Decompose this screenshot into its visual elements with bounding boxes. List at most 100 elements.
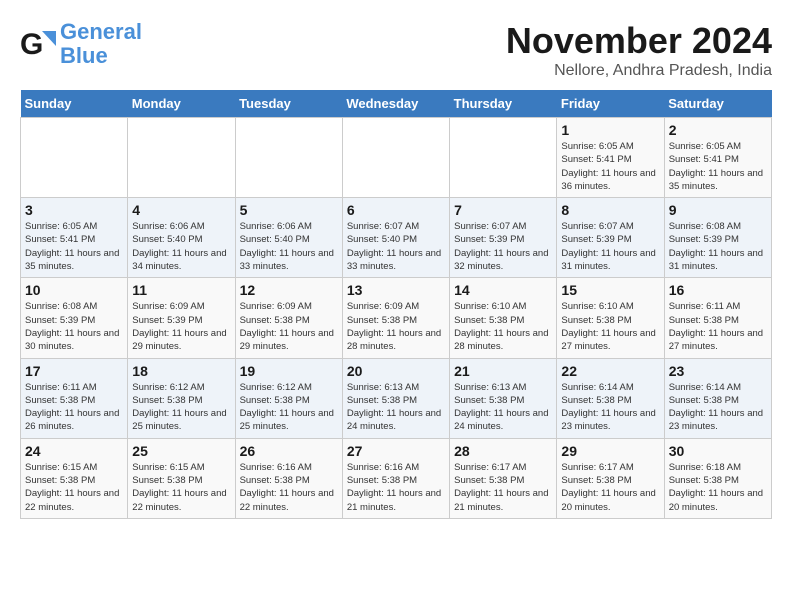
day-info: Sunrise: 6:07 AM Sunset: 5:39 PM Dayligh…	[454, 220, 552, 273]
calendar-cell: 1 Sunrise: 6:05 AM Sunset: 5:41 PM Daylig…	[557, 118, 664, 198]
calendar-cell: 16 Sunrise: 6:11 AM Sunset: 5:38 PM Dayli…	[664, 278, 771, 358]
calendar-cell: 5 Sunrise: 6:06 AM Sunset: 5:40 PM Daylig…	[235, 198, 342, 278]
day-info: Sunrise: 6:11 AM Sunset: 5:38 PM Dayligh…	[25, 381, 123, 434]
calendar-cell: 6 Sunrise: 6:07 AM Sunset: 5:40 PM Daylig…	[342, 198, 449, 278]
day-number: 3	[25, 202, 123, 218]
day-number: 24	[25, 443, 123, 459]
calendar-cell: 29 Sunrise: 6:17 AM Sunset: 5:38 PM Dayli…	[557, 438, 664, 518]
day-number: 9	[669, 202, 767, 218]
day-info: Sunrise: 6:07 AM Sunset: 5:40 PM Dayligh…	[347, 220, 445, 273]
day-number: 4	[132, 202, 230, 218]
calendar-cell: 18 Sunrise: 6:12 AM Sunset: 5:38 PM Dayli…	[128, 358, 235, 438]
header-wednesday: Wednesday	[342, 90, 449, 118]
logo: G General Blue	[20, 20, 142, 68]
day-number: 1	[561, 122, 659, 138]
day-number: 17	[25, 363, 123, 379]
day-number: 23	[669, 363, 767, 379]
calendar-cell: 22 Sunrise: 6:14 AM Sunset: 5:38 PM Dayli…	[557, 358, 664, 438]
logo-blue: Blue	[60, 43, 108, 68]
logo-text: General Blue	[60, 20, 142, 68]
calendar-cell	[128, 118, 235, 198]
calendar-cell: 26 Sunrise: 6:16 AM Sunset: 5:38 PM Dayli…	[235, 438, 342, 518]
header-tuesday: Tuesday	[235, 90, 342, 118]
day-info: Sunrise: 6:12 AM Sunset: 5:38 PM Dayligh…	[240, 381, 338, 434]
calendar-week-5: 24 Sunrise: 6:15 AM Sunset: 5:38 PM Dayli…	[21, 438, 772, 518]
title-area: November 2024 Nellore, Andhra Pradesh, I…	[506, 20, 772, 80]
svg-text:G: G	[20, 28, 43, 61]
header-monday: Monday	[128, 90, 235, 118]
day-number: 25	[132, 443, 230, 459]
day-info: Sunrise: 6:10 AM Sunset: 5:38 PM Dayligh…	[561, 300, 659, 353]
header-friday: Friday	[557, 90, 664, 118]
day-info: Sunrise: 6:08 AM Sunset: 5:39 PM Dayligh…	[25, 300, 123, 353]
day-info: Sunrise: 6:18 AM Sunset: 5:38 PM Dayligh…	[669, 461, 767, 514]
calendar-cell	[21, 118, 128, 198]
calendar-cell: 23Sunrise: 6:14 AM Sunset: 5:38 PM Dayli…	[664, 358, 771, 438]
header: G General Blue November 2024 Nellore, An…	[20, 20, 772, 80]
calendar-week-2: 3Sunrise: 6:05 AM Sunset: 5:41 PM Daylig…	[21, 198, 772, 278]
day-number: 16	[669, 282, 767, 298]
day-number: 28	[454, 443, 552, 459]
day-number: 6	[347, 202, 445, 218]
day-number: 11	[132, 282, 230, 298]
day-info: Sunrise: 6:11 AM Sunset: 5:38 PM Dayligh…	[669, 300, 767, 353]
day-info: Sunrise: 6:15 AM Sunset: 5:38 PM Dayligh…	[25, 461, 123, 514]
calendar-table: Sunday Monday Tuesday Wednesday Thursday…	[20, 90, 772, 519]
calendar-cell: 13Sunrise: 6:09 AM Sunset: 5:38 PM Dayli…	[342, 278, 449, 358]
day-info: Sunrise: 6:15 AM Sunset: 5:38 PM Dayligh…	[132, 461, 230, 514]
day-info: Sunrise: 6:14 AM Sunset: 5:38 PM Dayligh…	[561, 381, 659, 434]
day-info: Sunrise: 6:09 AM Sunset: 5:38 PM Dayligh…	[240, 300, 338, 353]
calendar-cell: 4 Sunrise: 6:06 AM Sunset: 5:40 PM Daylig…	[128, 198, 235, 278]
calendar-cell: 21 Sunrise: 6:13 AM Sunset: 5:38 PM Dayli…	[450, 358, 557, 438]
day-info: Sunrise: 6:16 AM Sunset: 5:38 PM Dayligh…	[347, 461, 445, 514]
calendar-cell	[450, 118, 557, 198]
day-number: 29	[561, 443, 659, 459]
day-number: 30	[669, 443, 767, 459]
day-number: 21	[454, 363, 552, 379]
day-info: Sunrise: 6:16 AM Sunset: 5:38 PM Dayligh…	[240, 461, 338, 514]
day-info: Sunrise: 6:08 AM Sunset: 5:39 PM Dayligh…	[669, 220, 767, 273]
calendar-cell: 8Sunrise: 6:07 AM Sunset: 5:39 PM Daylig…	[557, 198, 664, 278]
day-info: Sunrise: 6:13 AM Sunset: 5:38 PM Dayligh…	[454, 381, 552, 434]
day-info: Sunrise: 6:12 AM Sunset: 5:38 PM Dayligh…	[132, 381, 230, 434]
calendar-cell: 9 Sunrise: 6:08 AM Sunset: 5:39 PM Daylig…	[664, 198, 771, 278]
day-number: 12	[240, 282, 338, 298]
calendar-cell: 25 Sunrise: 6:15 AM Sunset: 5:38 PM Dayli…	[128, 438, 235, 518]
day-info: Sunrise: 6:09 AM Sunset: 5:38 PM Dayligh…	[347, 300, 445, 353]
calendar-cell: 24 Sunrise: 6:15 AM Sunset: 5:38 PM Dayli…	[21, 438, 128, 518]
day-number: 26	[240, 443, 338, 459]
day-number: 5	[240, 202, 338, 218]
calendar-body: 1 Sunrise: 6:05 AM Sunset: 5:41 PM Daylig…	[21, 118, 772, 519]
logo-icon: G	[20, 26, 56, 62]
calendar-cell: 3Sunrise: 6:05 AM Sunset: 5:41 PM Daylig…	[21, 198, 128, 278]
calendar-cell: 28 Sunrise: 6:17 AM Sunset: 5:38 PM Dayli…	[450, 438, 557, 518]
day-info: Sunrise: 6:06 AM Sunset: 5:40 PM Dayligh…	[240, 220, 338, 273]
calendar-cell: 19 Sunrise: 6:12 AM Sunset: 5:38 PM Dayli…	[235, 358, 342, 438]
day-info: Sunrise: 6:05 AM Sunset: 5:41 PM Dayligh…	[561, 140, 659, 193]
day-info: Sunrise: 6:06 AM Sunset: 5:40 PM Dayligh…	[132, 220, 230, 273]
day-number: 18	[132, 363, 230, 379]
location-title: Nellore, Andhra Pradesh, India	[506, 62, 772, 80]
day-number: 22	[561, 363, 659, 379]
calendar-cell: 15 Sunrise: 6:10 AM Sunset: 5:38 PM Dayli…	[557, 278, 664, 358]
day-info: Sunrise: 6:09 AM Sunset: 5:39 PM Dayligh…	[132, 300, 230, 353]
day-number: 20	[347, 363, 445, 379]
day-number: 7	[454, 202, 552, 218]
calendar-cell: 30 Sunrise: 6:18 AM Sunset: 5:38 PM Dayli…	[664, 438, 771, 518]
calendar-cell: 10Sunrise: 6:08 AM Sunset: 5:39 PM Dayli…	[21, 278, 128, 358]
day-info: Sunrise: 6:17 AM Sunset: 5:38 PM Dayligh…	[561, 461, 659, 514]
calendar-week-1: 1 Sunrise: 6:05 AM Sunset: 5:41 PM Daylig…	[21, 118, 772, 198]
calendar-cell: 17 Sunrise: 6:11 AM Sunset: 5:38 PM Dayli…	[21, 358, 128, 438]
calendar-cell	[235, 118, 342, 198]
logo-general: General	[60, 19, 142, 44]
calendar-cell: 27Sunrise: 6:16 AM Sunset: 5:38 PM Dayli…	[342, 438, 449, 518]
day-number: 15	[561, 282, 659, 298]
day-number: 19	[240, 363, 338, 379]
calendar-cell	[342, 118, 449, 198]
calendar-cell: 2Sunrise: 6:05 AM Sunset: 5:41 PM Daylig…	[664, 118, 771, 198]
calendar-week-4: 17 Sunrise: 6:11 AM Sunset: 5:38 PM Dayli…	[21, 358, 772, 438]
header-thursday: Thursday	[450, 90, 557, 118]
day-info: Sunrise: 6:17 AM Sunset: 5:38 PM Dayligh…	[454, 461, 552, 514]
month-title: November 2024	[506, 20, 772, 62]
day-number: 2	[669, 122, 767, 138]
